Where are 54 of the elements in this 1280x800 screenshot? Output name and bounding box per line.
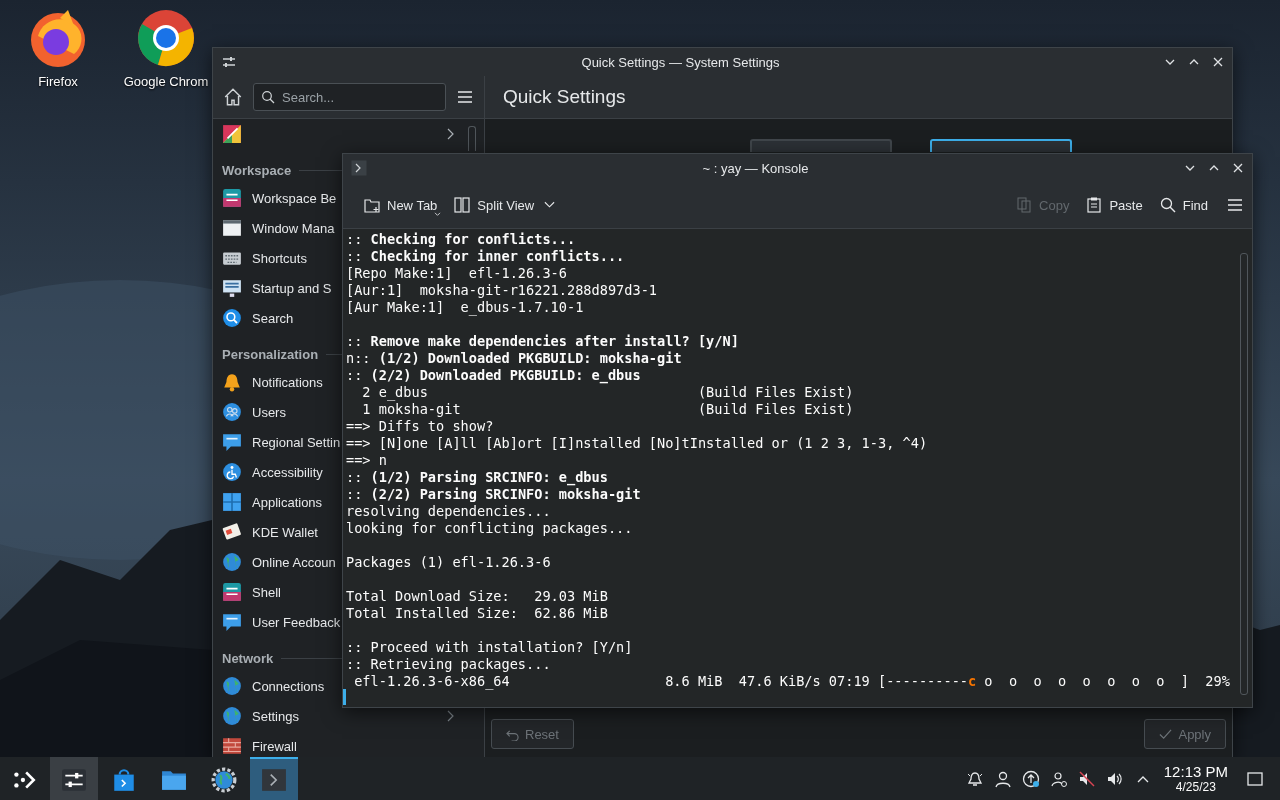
terminal-line: ==> n [346,452,388,469]
sidebar-item[interactable]: Connections [213,671,327,701]
sidebar-item[interactable]: Shortcuts [213,243,309,273]
terminal-line: :: (2/2) Downloaded PKGBUILD: e_dbus [346,367,642,384]
sidebar-item[interactable]: Applications [213,487,325,517]
icon-label: Firefox [38,74,78,89]
new-tab-button[interactable]: New Tab [357,189,444,221]
sidebar-item[interactable]: Window Mana [213,213,337,243]
sidebar-item[interactable]: KDE Wallet [213,517,320,547]
terminal-line: ==> Diffs to show? [346,418,495,435]
terminal-line: :: Remove make dependencies after install? [y/N] [346,333,740,350]
terminal-line: Total Download Size: 29.03 MiB [346,588,609,605]
sidebar-item[interactable]: Startup and S [213,273,334,303]
sidebar-item[interactable]: Shell [213,577,283,607]
sidebar-item[interactable]: Regional Settin [213,427,343,457]
find-button[interactable]: Find [1152,189,1214,221]
terminal-line: [Repo Make:1] efl-1.26.3-6 [346,265,568,282]
terminal-line: :: Checking for conflicts... [346,231,577,248]
window-title: ~ : yay — Konsole [701,160,810,176]
terminal-line: 1 moksha-git (Build Files Exist) [361,401,855,418]
terminal-line: :: (1/2) Parsing SRCINFO: e_dbus [346,469,609,486]
terminal-line: resolving dependencies... [346,503,552,520]
sidebar-item[interactable]: Search [213,303,296,333]
terminal-line: [Aur Make:1] e_dbus-1.7.10-1 [346,299,585,316]
search-field[interactable]: Search... [253,83,446,111]
page-title: Quick Settings [503,86,626,108]
terminal-line: :: Checking for inner conflicts... [346,248,626,265]
terminal-line: ==> [N]one [A]ll [Ab]ort [I]nstalled [No]tInstalled or (1 2 3, 1-3, ^4) [346,435,929,452]
terminal-line: looking for conflicting packages... [346,520,634,537]
terminal-line: :: (2/2) Parsing SRCINFO: moksha-git [346,486,642,503]
section-heading: Network [222,650,274,666]
clock-time[interactable]: 12:13 PM [1163,763,1228,780]
terminal-line: efl-1.26.3-6-x86_64 8.6 MiB 47.6 KiB/s 07:19 [----------c o o o o o o o o ] 29% [353,673,1231,690]
split-view-button[interactable]: Split View [447,189,562,221]
terminal-line: Packages (1) efl-1.26.3-6 [346,554,552,571]
sidebar-item[interactable]: Online Accoun [213,547,338,577]
terminal-line: :: Proceed with installation? [Y/n] [346,639,634,656]
icon-label: Google Chrom [123,74,209,89]
terminal-line: 2 e_dbus (Build Files Exist) [361,384,855,401]
section-heading: Workspace [222,162,292,178]
paste-button[interactable]: Paste [1079,189,1149,221]
window-title: Quick Settings — System Settings [580,54,781,70]
sidebar-item[interactable]: User Feedback [213,607,343,637]
section-heading: Personalization [222,346,319,362]
sidebar-item[interactable]: Firewall [213,731,299,761]
sidebar-item[interactable]: Workspace Be [213,183,339,213]
terminal-line: :: Retrieving packages... [346,656,552,673]
terminal-line: [Aur:1] moksha-git-r16221.288d897d3-1 [346,282,658,299]
sidebar-item[interactable]: Accessibility [213,457,325,487]
terminal-line: n:: (1/2) Downloaded PKGBUILD: moksha-git [346,350,683,367]
clock-date[interactable]: 4/25/23 [1175,780,1216,794]
sidebar-item[interactable]: Users [213,397,288,427]
sidebar-item[interactable]: Notifications [213,367,325,397]
terminal-line: Total Installed Size: 62.86 MiB [346,605,609,622]
